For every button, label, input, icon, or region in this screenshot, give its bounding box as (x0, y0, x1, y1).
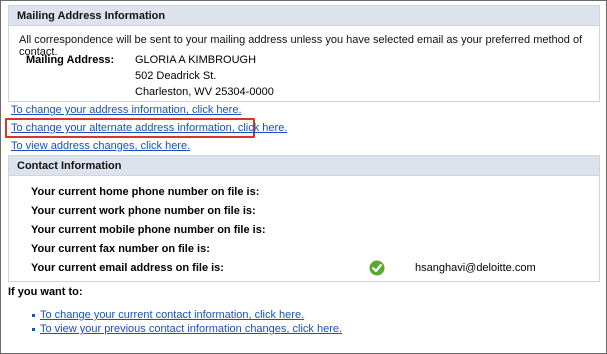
address-line-name: GLORIA A KIMBROUGH (135, 54, 257, 66)
mailing-address-label: Mailing Address: (26, 54, 115, 66)
list-item: To change your current contact informati… (32, 309, 304, 321)
page-frame: Mailing Address Information All correspo… (0, 0, 607, 354)
mobile-phone-label: Your current mobile phone number on file… (31, 224, 266, 236)
contact-information-panel: Contact Information Your current home ph… (8, 155, 600, 282)
list-item: To view your previous contact informatio… (32, 323, 342, 335)
home-phone-label: Your current home phone number on file i… (31, 186, 260, 198)
email-address-value: hsanghavi@deloitte.com (415, 262, 536, 274)
fax-number-label: Your current fax number on file is: (31, 243, 210, 255)
mailing-address-header: Mailing Address Information (9, 6, 599, 26)
address-line-city: Charleston, WV 25304-0000 (135, 86, 274, 98)
change-address-link[interactable]: To change your address information, clic… (11, 104, 242, 116)
change-alternate-address-link[interactable]: To change your alternate address informa… (11, 122, 287, 134)
mailing-address-panel: Mailing Address Information All correspo… (8, 5, 600, 102)
contact-information-header: Contact Information (9, 156, 599, 176)
bullet-icon (32, 314, 35, 317)
view-contact-changes-link[interactable]: To view your previous contact informatio… (40, 323, 342, 335)
if-you-want-label: If you want to: (8, 286, 83, 298)
work-phone-label: Your current work phone number on file i… (31, 205, 256, 217)
check-circle-icon (369, 260, 385, 276)
email-address-label: Your current email address on file is: (31, 262, 224, 274)
bullet-icon (32, 328, 35, 331)
change-contact-information-link[interactable]: To change your current contact informati… (40, 309, 304, 321)
address-line-street: 502 Deadrick St. (135, 70, 217, 82)
view-address-changes-link[interactable]: To view address changes, click here. (11, 140, 190, 152)
